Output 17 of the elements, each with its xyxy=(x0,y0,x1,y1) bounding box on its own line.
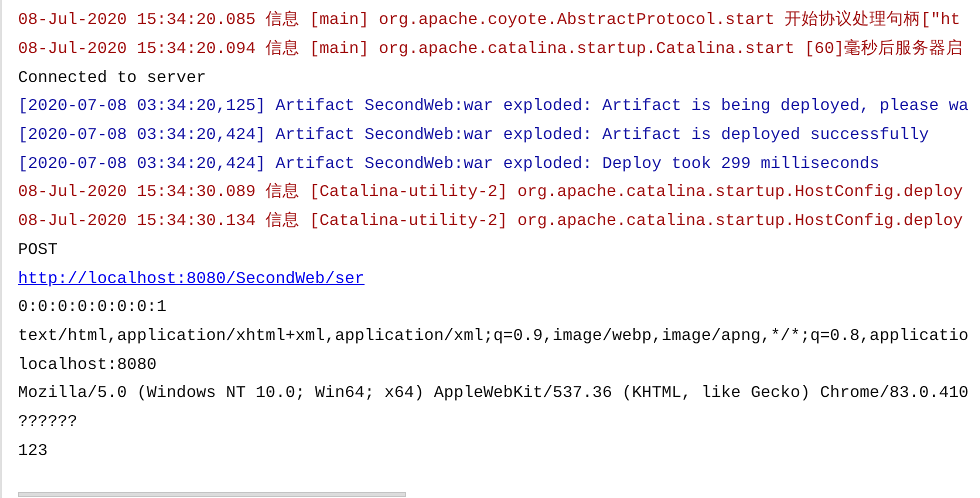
console-line: 08-Jul-2020 15:34:30.134 信息 [Catalina-utility-2] org.apache.catalina.startup.HostConfig.deploy xyxy=(18,211,963,232)
console-line: Mozilla/5.0 (Windows NT 10.0; Win64; x64) AppleWebKit/537.36 (KHTML, like Gecko) Chrome/83.0.410 xyxy=(18,383,969,404)
console-line: Connected to server xyxy=(18,68,206,88)
console-line: 123 xyxy=(18,440,48,461)
console-line: 0:0:0:0:0:0:0:1 xyxy=(18,297,167,318)
console-line: [2020-07-08 03:34:20,424] Artifact SecondWeb:war exploded: Artifact is deployed successfully xyxy=(18,125,929,146)
console-line: POST xyxy=(18,240,58,260)
console-line: localhost:8080 xyxy=(18,354,157,375)
console-line: [2020-07-08 03:34:20,424] Artifact SecondWeb:war exploded: Deploy took 299 milliseconds xyxy=(18,154,880,174)
console-line: 08-Jul-2020 15:34:30.089 信息 [Catalina-utility-2] org.apache.catalina.startup.HostConfig.deploy xyxy=(18,182,963,202)
scrollbar-thumb[interactable] xyxy=(18,492,406,497)
console-line: 08-Jul-2020 15:34:20.085 信息 [main] org.apache.coyote.AbstractProtocol.start 开始协议处理句柄["ht xyxy=(18,10,960,30)
console-line: text/html,application/xhtml+xml,application/xml;q=0.9,image/webp,image/apng,*/*;q=0.8,applicatio xyxy=(18,326,969,346)
console-line: [2020-07-08 03:34:20,125] Artifact SecondWeb:war exploded: Artifact is being deployed, please wa xyxy=(18,96,969,116)
console-line: 08-Jul-2020 15:34:20.094 信息 [main] org.apache.catalina.startup.Catalina.start [60]毫秒后服务器启 xyxy=(18,39,964,60)
url-link[interactable]: http://localhost:8080/SecondWeb/ser xyxy=(18,268,365,289)
console-line: ?????? xyxy=(18,412,78,432)
